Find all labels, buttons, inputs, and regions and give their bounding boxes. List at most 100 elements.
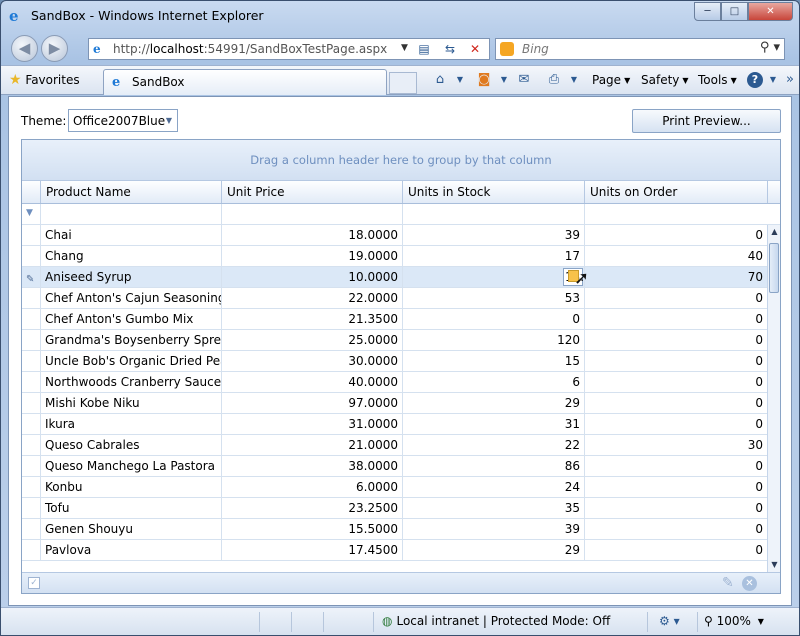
safety-menu[interactable]: Safety ▼ bbox=[641, 73, 689, 87]
scroll-thumb[interactable] bbox=[769, 243, 779, 293]
cell-unit-price[interactable]: 17.4500 bbox=[221, 540, 402, 560]
cell-unit-price[interactable]: 38.0000 bbox=[221, 456, 402, 476]
row-indicator[interactable] bbox=[22, 288, 40, 308]
vertical-scrollbar[interactable]: ▲ ▼ bbox=[767, 225, 780, 572]
column-header-units-in-stock[interactable]: Units in Stock bbox=[402, 181, 584, 203]
scroll-down-icon[interactable]: ▼ bbox=[768, 558, 780, 572]
page-menu[interactable]: Page ▼ bbox=[592, 73, 630, 87]
cell-product-name[interactable]: Konbu bbox=[40, 477, 221, 497]
cell-unit-price[interactable]: 22.0000 bbox=[221, 288, 402, 308]
cell-unit-price[interactable]: 23.2500 bbox=[221, 498, 402, 518]
cell-product-name[interactable]: Tofu bbox=[40, 498, 221, 518]
cell-units-in-stock[interactable]: 13. bbox=[402, 267, 584, 287]
address-bar[interactable]: e http://localhost:54991/SandBoxTestPage… bbox=[88, 38, 490, 60]
column-header-unit-price[interactable]: Unit Price bbox=[221, 181, 402, 203]
table-row[interactable]: Northwoods Cranberry Sauce 40.0000 6 0 bbox=[22, 372, 767, 393]
cell-unit-price[interactable]: 25.0000 bbox=[221, 330, 402, 350]
tools-menu[interactable]: Tools ▼ bbox=[698, 73, 737, 87]
cell-unit-price[interactable]: 21.3500 bbox=[221, 309, 402, 329]
cell-units-on-order[interactable]: 40 bbox=[584, 246, 767, 266]
row-indicator[interactable] bbox=[22, 498, 40, 518]
cell-unit-price[interactable]: 18.0000 bbox=[221, 225, 402, 245]
cell-unit-price[interactable]: 31.0000 bbox=[221, 414, 402, 434]
row-indicator[interactable] bbox=[22, 519, 40, 539]
filter-cell-unit-price[interactable] bbox=[221, 204, 402, 224]
row-indicator[interactable] bbox=[22, 246, 40, 266]
table-row[interactable]: Chef Anton's Gumbo Mix 21.3500 0 0 bbox=[22, 309, 767, 330]
cell-units-in-stock[interactable]: 0 bbox=[402, 309, 584, 329]
cell-product-name[interactable]: Northwoods Cranberry Sauce bbox=[40, 372, 221, 392]
scroll-up-icon[interactable]: ▲ bbox=[768, 225, 780, 239]
address-dropdown-icon[interactable]: ▼ bbox=[401, 43, 408, 53]
print-dropdown-icon[interactable]: ▼ bbox=[565, 75, 583, 91]
cell-product-name[interactable]: Mishi Kobe Niku bbox=[40, 393, 221, 413]
cell-units-on-order[interactable]: 0 bbox=[584, 351, 767, 371]
cell-units-on-order[interactable]: 0 bbox=[584, 330, 767, 350]
cell-unit-price[interactable]: 21.0000 bbox=[221, 435, 402, 455]
cell-product-name[interactable]: Chef Anton's Gumbo Mix bbox=[40, 309, 221, 329]
column-header-units-on-order[interactable]: Units on Order bbox=[584, 181, 767, 203]
filter-icon[interactable]: ▼ bbox=[26, 208, 33, 218]
cell-units-on-order[interactable]: 0 bbox=[584, 477, 767, 497]
minimize-button[interactable]: ─ bbox=[694, 2, 721, 21]
cell-units-in-stock[interactable]: 86 bbox=[402, 456, 584, 476]
cell-unit-price[interactable]: 10.0000 bbox=[221, 267, 402, 287]
edit-pencil-icon[interactable]: ✎ bbox=[722, 575, 734, 591]
cell-unit-price[interactable]: 30.0000 bbox=[221, 351, 402, 371]
forward-button[interactable]: ▶ bbox=[41, 35, 68, 62]
cell-units-in-stock[interactable]: 39 bbox=[402, 225, 584, 245]
cell-units-in-stock[interactable]: 29 bbox=[402, 540, 584, 560]
row-indicator[interactable] bbox=[22, 393, 40, 413]
row-indicator[interactable] bbox=[22, 330, 40, 350]
cell-units-on-order[interactable]: 0 bbox=[584, 456, 767, 476]
print-preview-button[interactable]: Print Preview... bbox=[632, 109, 781, 133]
cell-units-on-order[interactable]: 0 bbox=[584, 225, 767, 245]
row-indicator[interactable] bbox=[22, 225, 40, 245]
cell-product-name[interactable]: Queso Manchego La Pastora bbox=[40, 456, 221, 476]
cell-product-name[interactable]: Genen Shouyu bbox=[40, 519, 221, 539]
cell-unit-price[interactable]: 15.5000 bbox=[221, 519, 402, 539]
cell-units-on-order[interactable]: 0 bbox=[584, 393, 767, 413]
table-row[interactable]: Chef Anton's Cajun Seasoning 22.0000 53 0 bbox=[22, 288, 767, 309]
cell-units-in-stock[interactable]: 6 bbox=[402, 372, 584, 392]
cell-unit-price[interactable]: 97.0000 bbox=[221, 393, 402, 413]
filter-cell-product-name[interactable] bbox=[40, 204, 221, 224]
mail-icon[interactable]: ✉ bbox=[515, 72, 533, 88]
help-icon[interactable]: ? bbox=[747, 72, 763, 88]
feeds-dropdown-icon[interactable]: ▼ bbox=[495, 75, 513, 91]
cell-product-name[interactable]: Chang bbox=[40, 246, 221, 266]
address-url[interactable]: http://localhost:54991/SandBoxTestPage.a… bbox=[113, 42, 387, 56]
cell-unit-price[interactable]: 40.0000 bbox=[221, 372, 402, 392]
table-row[interactable]: Chai 18.0000 39 0 bbox=[22, 225, 767, 246]
cell-units-on-order[interactable]: 0 bbox=[584, 540, 767, 560]
compatibility-view-icon[interactable]: ▤ bbox=[415, 40, 433, 58]
stop-icon[interactable]: ✕ bbox=[466, 40, 484, 58]
cell-units-in-stock[interactable]: 39 bbox=[402, 519, 584, 539]
cell-unit-price[interactable]: 19.0000 bbox=[221, 246, 402, 266]
cell-units-in-stock[interactable]: 22 bbox=[402, 435, 584, 455]
cell-units-in-stock[interactable]: 53 bbox=[402, 288, 584, 308]
feeds-icon[interactable]: ◙ bbox=[475, 72, 493, 88]
cell-product-name[interactable]: Uncle Bob's Organic Dried Pears bbox=[40, 351, 221, 371]
table-row[interactable]: Konbu 6.0000 24 0 bbox=[22, 477, 767, 498]
theme-select[interactable]: Office2007Blue ▼ bbox=[68, 109, 178, 132]
cell-units-in-stock[interactable]: 120 bbox=[402, 330, 584, 350]
cell-units-in-stock[interactable]: 15 bbox=[402, 351, 584, 371]
search-box[interactable]: Bing ⚲ ▾ bbox=[495, 38, 785, 60]
zoom-control[interactable]: ⚲ 100% ▼ bbox=[704, 614, 764, 628]
cell-units-on-order[interactable]: 0 bbox=[584, 498, 767, 518]
table-row[interactable]: Mishi Kobe Niku 97.0000 29 0 bbox=[22, 393, 767, 414]
print-icon[interactable]: ⎙ bbox=[545, 72, 563, 88]
cell-product-name[interactable]: Ikura bbox=[40, 414, 221, 434]
security-zone[interactable]: ◍ Local intranet | Protected Mode: Off bbox=[382, 614, 610, 628]
column-header-product-name[interactable]: Product Name bbox=[40, 181, 221, 203]
protected-mode-icon[interactable]: ⚙ ▾ bbox=[659, 614, 680, 628]
table-row[interactable]: Pavlova 17.4500 29 0 bbox=[22, 540, 767, 561]
table-row[interactable]: Genen Shouyu 15.5000 39 0 bbox=[22, 519, 767, 540]
refresh-icon[interactable]: ⇆ bbox=[441, 40, 459, 58]
table-row[interactable]: Tofu 23.2500 35 0 bbox=[22, 498, 767, 519]
cell-units-on-order[interactable]: 0 bbox=[584, 309, 767, 329]
row-indicator[interactable] bbox=[22, 414, 40, 434]
filter-cell-units-on-order[interactable] bbox=[584, 204, 767, 224]
favorites-button[interactable]: ★ Favorites bbox=[9, 72, 80, 88]
